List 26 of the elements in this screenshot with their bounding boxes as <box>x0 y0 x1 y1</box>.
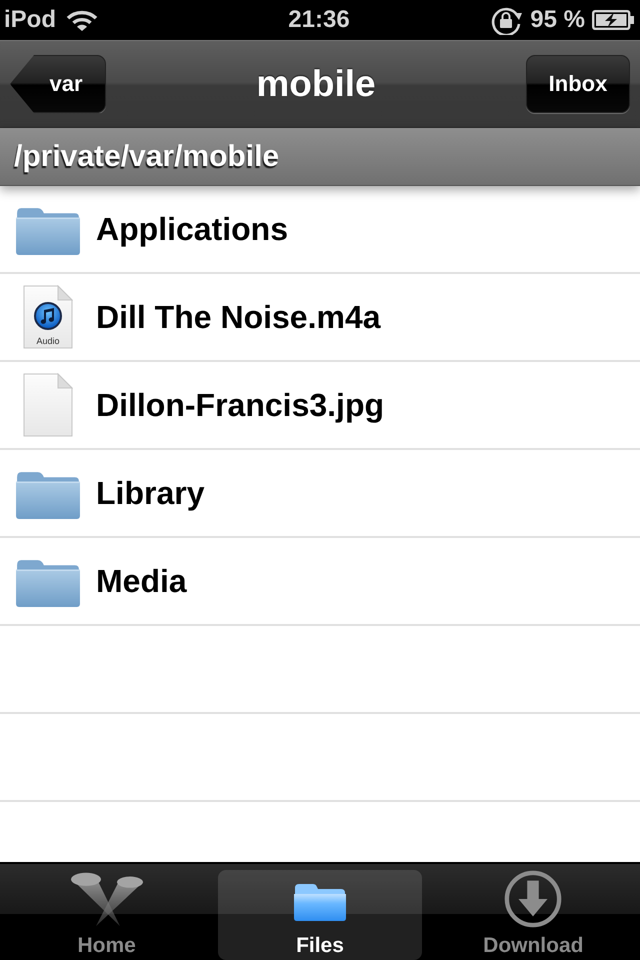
file-row[interactable]: Library <box>0 450 640 538</box>
rotation-lock-icon <box>490 5 524 35</box>
navigation-title: mobile <box>255 63 377 105</box>
clock-time: 21:36 <box>288 6 350 34</box>
tab-button[interactable]: Home <box>5 870 208 960</box>
file-name: Media <box>96 562 187 600</box>
audio-file-icon <box>23 285 73 349</box>
file-name: Dill The Noise.m4a <box>96 298 381 336</box>
carrier-name: iPod <box>4 6 56 34</box>
back-button[interactable]: var <box>10 55 106 113</box>
file-name: Library <box>96 474 204 512</box>
file-row[interactable]: Media <box>0 538 640 626</box>
path-text: /private/var/mobile <box>14 140 280 174</box>
tab-button[interactable]: Files <box>218 870 422 960</box>
file-name: Dillon-Francis3.jpg <box>96 386 384 424</box>
file-row[interactable]: Applications <box>0 186 640 274</box>
tab-button[interactable]: Download <box>432 870 635 960</box>
battery-percentage: 95 % <box>530 6 585 34</box>
download-icon <box>504 870 562 928</box>
file-name: Applications <box>96 210 288 248</box>
icon-label: Audio <box>35 336 61 346</box>
file-row[interactable]: Audio Dill The Noise.m4a <box>0 274 640 362</box>
inbox-button[interactable]: Inbox <box>526 55 630 113</box>
document-icon <box>23 373 73 437</box>
wifi-icon <box>66 8 98 32</box>
file-row[interactable]: Dillon-Francis3.jpg <box>0 362 640 450</box>
